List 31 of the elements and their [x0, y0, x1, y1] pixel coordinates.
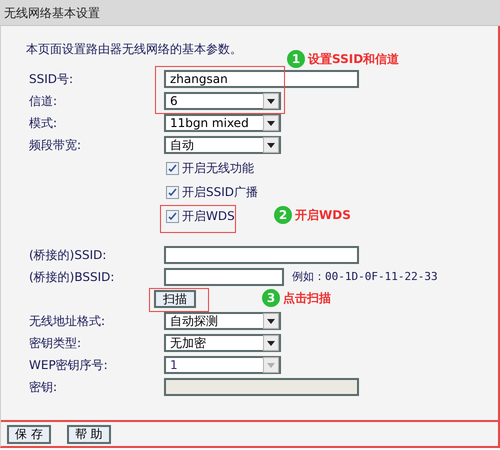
field-label: 频段带宽: — [28, 137, 82, 154]
step-note: 点击扫描 — [283, 290, 331, 307]
example-hint: 例如：00-1D-0F-11-22-33 — [292, 268, 438, 285]
field-label: SSID号: — [28, 71, 74, 88]
step-note: 设置SSID和信道 — [308, 51, 400, 68]
field-label: 信道: — [28, 93, 58, 110]
window-title: 无线网络基本设置 — [4, 4, 100, 22]
checkbox-option[interactable]: 开启SSID广播 — [166, 183, 258, 201]
text-field[interactable] — [164, 246, 359, 264]
dropdown-select[interactable]: 6 — [164, 92, 281, 110]
dropdown-select[interactable]: 自动探测 — [164, 312, 281, 330]
dropdown-select[interactable]: 11bgn mixed — [164, 114, 281, 132]
dropdown-select[interactable]: 无加密 — [164, 334, 281, 352]
field-label: WEP密钥序号: — [28, 357, 109, 374]
field-label: (桥接的)BSSID: — [28, 269, 116, 286]
checkbox-option[interactable]: 开启无线功能 — [166, 159, 254, 177]
intro-text: 本页面设置路由器无线网络的基本参数。 — [26, 41, 242, 58]
step-note: 开启WDS — [295, 207, 351, 224]
field-label: 模式: — [28, 115, 58, 132]
checkbox-option[interactable]: 开启WDS — [166, 207, 235, 225]
dropdown-select[interactable]: 自动 — [164, 136, 281, 154]
highlight-frame — [149, 288, 209, 312]
field-label: 密钥类型: — [28, 335, 82, 352]
field-label: 密钥: — [28, 379, 58, 396]
field-label: 无线地址格式: — [28, 313, 106, 330]
field-label: (桥接的)SSID: — [28, 247, 108, 264]
text-field[interactable]: zhangsan — [164, 70, 359, 88]
text-field[interactable] — [164, 268, 284, 286]
footer-button[interactable]: 帮 助 — [66, 424, 111, 444]
footer-button[interactable]: 保 存 — [7, 424, 51, 444]
scan-button[interactable]: 扫描 — [154, 290, 196, 308]
